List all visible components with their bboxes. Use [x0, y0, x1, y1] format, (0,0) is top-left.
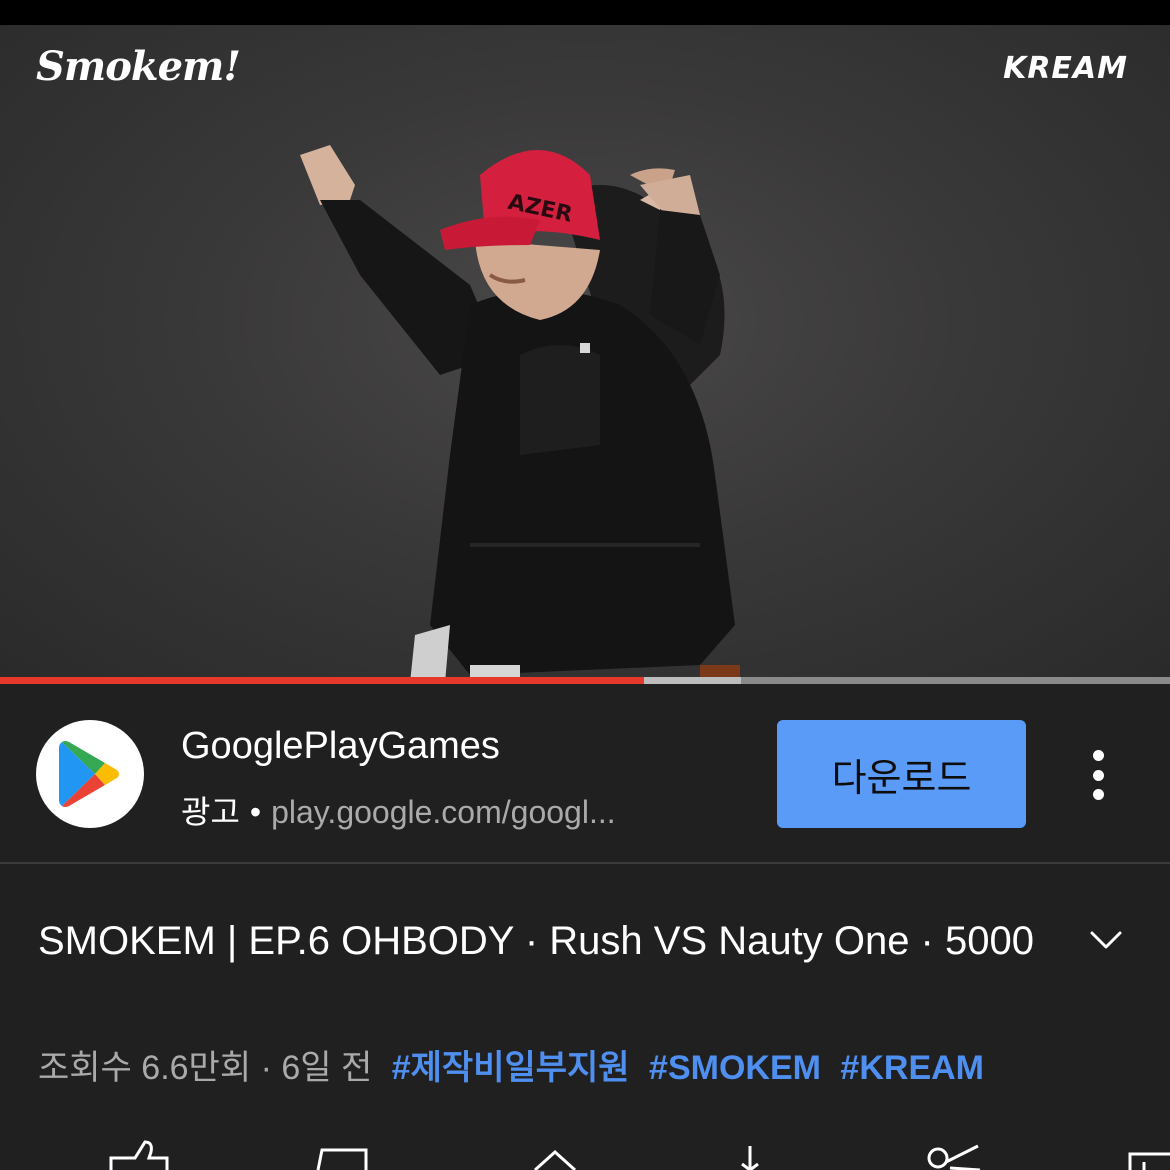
ad-subtitle: 광고 • play.google.com/googl... [181, 787, 616, 833]
save-icon[interactable] [312, 1140, 372, 1170]
clip-icon[interactable] [920, 1140, 990, 1170]
share-icon[interactable] [525, 1140, 585, 1170]
chevron-down-icon[interactable] [1088, 925, 1124, 955]
video-title[interactable]: SMOKEM | EP.6 OHBODY · Rush VS Nauty One… [38, 912, 1038, 971]
remix-icon[interactable] [1120, 1140, 1170, 1170]
kream-logo: KREAM [1003, 51, 1128, 86]
download-icon[interactable] [730, 1140, 770, 1170]
video-meta[interactable]: 조회수 6.6만회 · 6일 전 #제작비일부지원 #SMOKEM #KREAM [38, 1040, 984, 1089]
more-options-icon[interactable] [1080, 750, 1116, 800]
advertiser-avatar[interactable] [36, 720, 144, 828]
smokem-logo: Smokem! [36, 43, 241, 90]
hashtag[interactable]: #SMOKEM [649, 1049, 821, 1087]
ad-banner[interactable]: GooglePlayGames 광고 • play.google.com/googl… [0, 684, 1170, 864]
upload-age: 6일 전 [281, 1049, 373, 1087]
ad-download-button[interactable]: 다운로드 [777, 720, 1026, 828]
ad-url[interactable]: play.google.com/googl... [271, 794, 616, 830]
hashtag[interactable]: #제작비일부지원 [392, 1049, 630, 1087]
status-bar [0, 0, 1170, 25]
separator-dot: • [249, 794, 262, 830]
action-bar [0, 1140, 1170, 1170]
video-player[interactable]: AZER Smokem! KREAM [0, 25, 1170, 683]
like-icon[interactable] [105, 1140, 175, 1170]
separator-dot: · [251, 1049, 282, 1087]
hashtag[interactable]: #KREAM [840, 1049, 984, 1087]
view-count: 조회수 6.6만회 [38, 1049, 252, 1087]
video-frame: AZER [300, 145, 740, 683]
ad-advertiser-name[interactable]: GooglePlayGames [181, 725, 500, 768]
google-play-icon [59, 741, 119, 807]
progress-bar[interactable] [0, 677, 1170, 684]
ad-label: 광고 [181, 794, 240, 830]
progress-played [0, 677, 644, 684]
